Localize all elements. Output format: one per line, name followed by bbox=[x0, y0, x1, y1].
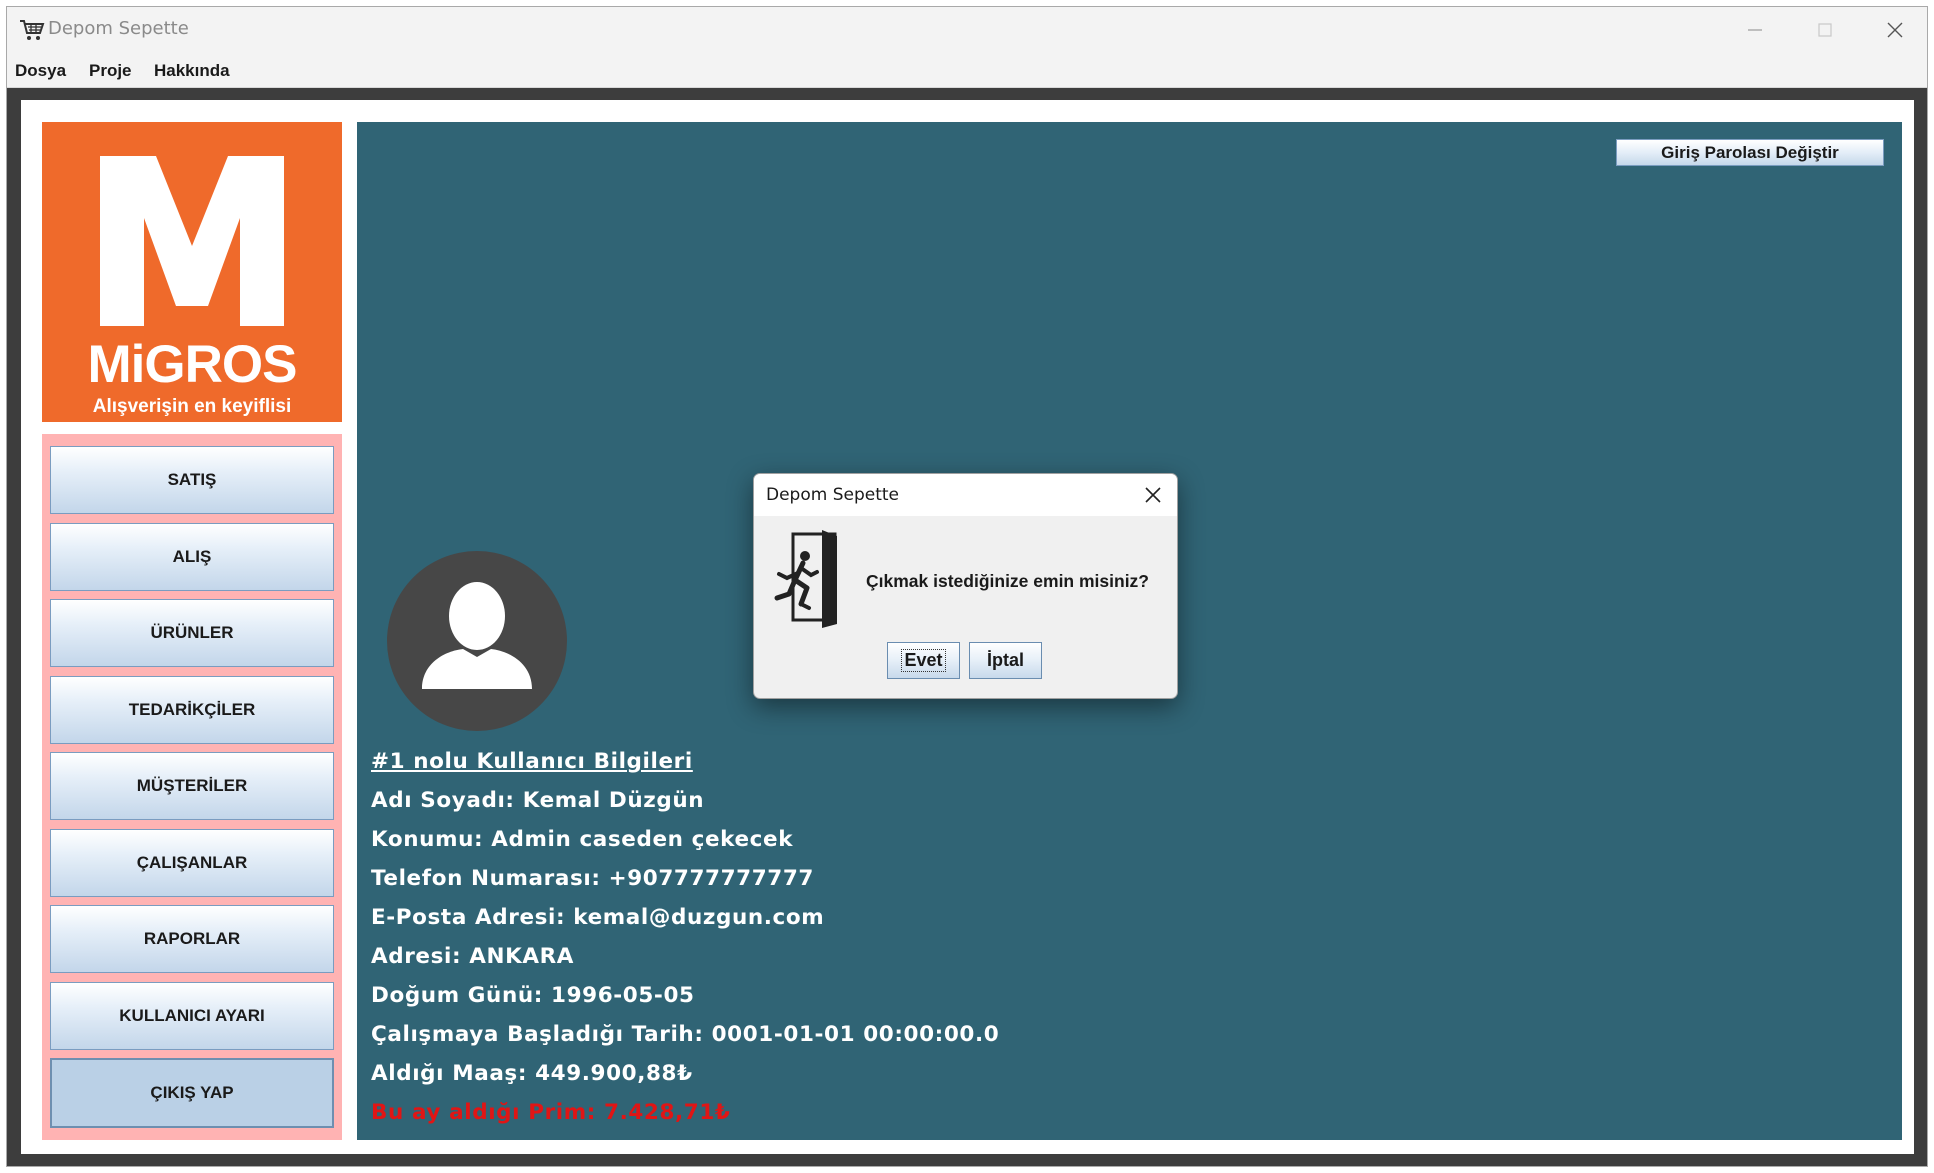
user-phone: Telefon Numarası: +907777777777 bbox=[371, 866, 814, 891]
logo-brand: MiGROS bbox=[87, 335, 298, 394]
menu-hakkinda[interactable]: Hakkında bbox=[154, 61, 230, 81]
exit-confirm-dialog: Depom Sepette Çıkmak istediğinize emin m… bbox=[753, 473, 1178, 699]
window-title: Depom Sepette bbox=[48, 18, 189, 39]
nav-tedarikciler-button[interactable]: TEDARİKÇİLER bbox=[50, 676, 334, 744]
maximize-icon bbox=[1818, 23, 1832, 37]
exit-door-icon bbox=[765, 528, 845, 630]
user-name: Adı Soyadı: Kemal Düzgün bbox=[371, 788, 705, 813]
user-info-heading: #1 nolu Kullanıcı Bilgileri bbox=[371, 749, 693, 774]
close-icon bbox=[1887, 22, 1903, 38]
minimize-button[interactable] bbox=[1720, 7, 1790, 52]
user-birthday: Doğum Günü: 1996-05-05 bbox=[371, 983, 695, 1008]
user-bonus: Bu ay aldığı Prim: 7.428,71₺ bbox=[371, 1100, 731, 1125]
dialog-yes-label: Evet bbox=[901, 649, 946, 672]
dialog-close-button[interactable] bbox=[1136, 480, 1170, 510]
nav-calisanlar-button[interactable]: ÇALIŞANLAR bbox=[50, 829, 334, 897]
user-email: E-Posta Adresi: kemal@duzgun.com bbox=[371, 905, 825, 930]
migros-logo: MiGROS Alışverişin en keyiflisi bbox=[42, 122, 342, 422]
logo-slogan: Alışverişin en keyiflisi bbox=[92, 396, 292, 417]
user-position: Konumu: Admin caseden çekecek bbox=[371, 827, 794, 852]
change-password-button[interactable]: Giriş Parolası Değiştir bbox=[1616, 139, 1884, 166]
title-bar: Depom Sepette bbox=[7, 7, 1927, 52]
sidebar-nav: SATIŞ ALIŞ ÜRÜNLER TEDARİKÇİLER MÜŞTERİL… bbox=[42, 434, 342, 1140]
user-avatar-icon bbox=[387, 551, 567, 731]
user-start-date: Çalışmaya Başladığı Tarih: 0001-01-01 00… bbox=[371, 1022, 1000, 1047]
menu-dosya[interactable]: Dosya bbox=[15, 61, 66, 81]
dialog-yes-button[interactable]: Evet bbox=[887, 642, 960, 679]
nav-kullanici-ayari-button[interactable]: KULLANICI AYARI bbox=[50, 982, 334, 1050]
close-window-button[interactable] bbox=[1860, 7, 1930, 52]
user-salary: Aldığı Maaş: 449.900,88₺ bbox=[371, 1061, 693, 1086]
nav-cikis-yap-button[interactable]: ÇIKIŞ YAP bbox=[50, 1058, 334, 1128]
minimize-icon bbox=[1748, 29, 1762, 31]
migros-m-letter bbox=[100, 156, 284, 326]
dialog-title: Depom Sepette bbox=[766, 485, 899, 505]
shopping-cart-icon bbox=[19, 18, 45, 42]
maximize-button[interactable] bbox=[1790, 7, 1860, 52]
nav-alis-button[interactable]: ALIŞ bbox=[50, 523, 334, 591]
close-icon bbox=[1145, 487, 1161, 503]
menu-bar: Dosya Proje Hakkında bbox=[7, 52, 1927, 88]
dialog-cancel-button[interactable]: İptal bbox=[969, 642, 1042, 679]
nav-raporlar-button[interactable]: RAPORLAR bbox=[50, 905, 334, 973]
nav-satis-button[interactable]: SATIŞ bbox=[50, 446, 334, 514]
nav-urunler-button[interactable]: ÜRÜNLER bbox=[50, 599, 334, 667]
menu-proje[interactable]: Proje bbox=[89, 61, 132, 81]
user-address: Adresi: ANKARA bbox=[371, 944, 574, 969]
dialog-message: Çıkmak istediğinize emin misiniz? bbox=[866, 571, 1149, 591]
nav-musteriler-button[interactable]: MÜŞTERİLER bbox=[50, 752, 334, 820]
dialog-title-bar: Depom Sepette bbox=[754, 474, 1177, 516]
